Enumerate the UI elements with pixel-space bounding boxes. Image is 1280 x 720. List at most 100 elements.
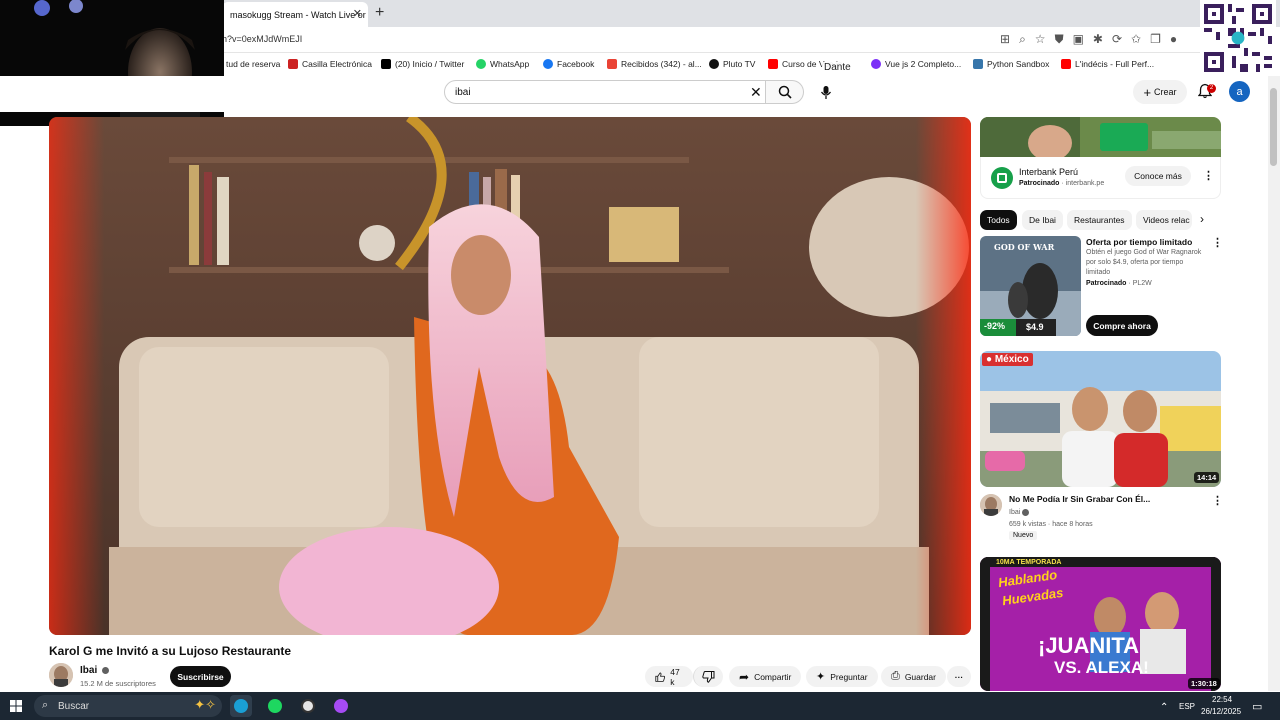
channel-avatar[interactable] [980, 494, 1002, 516]
bookmark-item[interactable]: L'indécis - Full Perf... [1061, 59, 1154, 69]
tab-close-icon[interactable]: ✕ [353, 7, 362, 20]
like-count: 47 k [670, 666, 680, 687]
thumbs-down-icon [702, 670, 715, 683]
share-icon: ➦ [739, 669, 750, 684]
recommendation-title[interactable]: No Me Podía Ir Sin Grabar Con Él... [1009, 494, 1150, 504]
clock-time[interactable]: 22:54 [1212, 695, 1232, 704]
video-thumbnail[interactable]: ● México 14:14 [980, 351, 1221, 487]
thumbnail-tag: ● México [982, 353, 1033, 366]
search-icon [778, 85, 792, 99]
ad-info: Interbank Perú Patrocinado · interbank.p… [980, 157, 1221, 199]
thumbnail-line-3: ¡JUANITA [1038, 633, 1140, 658]
messenger-app-icon[interactable] [330, 695, 352, 717]
scrollbar-thumb[interactable] [1270, 88, 1277, 166]
tray-chevron-icon[interactable]: ⌃ [1160, 702, 1168, 713]
avatar-letter: a [1236, 85, 1243, 98]
ad-banner-image [980, 117, 1221, 157]
ad-banner[interactable] [980, 117, 1221, 157]
new-tab-button[interactable]: + [375, 4, 384, 22]
more-actions-button[interactable]: ··· [947, 666, 971, 687]
puzzle-icon[interactable]: ✱ [1093, 32, 1103, 47]
taskbar-search[interactable]: ⌕ Buscar ✦✧ [34, 695, 222, 717]
like-button[interactable]: 47 k [645, 666, 693, 687]
clear-search-icon[interactable]: ✕ [750, 84, 762, 101]
promo-sponsored-line: Patrocinado · PL2W [1086, 280, 1152, 287]
promo-title[interactable]: Oferta por tiempo limitado [1086, 237, 1192, 247]
tab-active[interactable]: masokugg Stream - Watch Live or ✕ [222, 2, 368, 27]
extension-icon[interactable]: ▣ [1073, 32, 1084, 47]
collections-icon[interactable]: ❐ [1150, 32, 1161, 47]
recommendation-menu-icon[interactable]: ⋮ [1212, 494, 1223, 507]
interbank-logo-icon [991, 167, 1013, 189]
youtube-icon [768, 59, 778, 69]
windows-start-icon[interactable] [10, 700, 22, 715]
promo-cta-button[interactable]: Compre ahora [1086, 315, 1158, 336]
channel-avatar[interactable] [49, 663, 73, 687]
recommendation-channel[interactable]: Ibai [1009, 508, 1030, 518]
save-button[interactable]: ⎙ Guardar [881, 666, 946, 687]
profile-icon[interactable]: ● [1170, 32, 1177, 47]
edge-app-icon[interactable] [230, 695, 252, 717]
recommendation-stats: 659 k vistas · hace 8 horas [1009, 521, 1093, 528]
language-indicator[interactable]: ESP [1179, 702, 1195, 711]
video-duration: 1:30:18 [1188, 678, 1220, 689]
bookmark-item[interactable]: Facebook [543, 59, 594, 69]
star-icon[interactable]: ☆ [1035, 32, 1046, 47]
address-bar-icons: ⊞ ⌕ ☆ ⛊ ▣ ✱ ⟳ ✩ ❐ ● [1000, 32, 1177, 47]
notification-center-icon[interactable]: ▭ [1252, 700, 1262, 713]
bookmark-item[interactable]: Pluto TV [709, 59, 755, 69]
more-horizontal-icon: ··· [954, 671, 964, 682]
dislike-button[interactable] [693, 666, 723, 687]
search-icon: ⌕ [42, 699, 49, 711]
shield-extension-icon[interactable]: ⛊ [1055, 32, 1064, 47]
bookmark-item[interactable]: Recibidos (342) - al... [607, 59, 702, 69]
search-button[interactable] [766, 80, 804, 104]
bookmark-item[interactable]: (20) Inicio / Twitter [381, 59, 464, 69]
sparkle-icon: ✦ [816, 671, 826, 683]
obs-app-icon[interactable] [297, 695, 319, 717]
search-input-value: ibai [455, 86, 471, 98]
promo-price: $4.9 [1026, 322, 1044, 332]
chip-videos-relacionados[interactable]: Videos relac [1136, 210, 1192, 230]
chip-restaurantes[interactable]: Restaurantes [1067, 210, 1132, 230]
bookmark-item[interactable]: Casilla Electrónica [288, 59, 372, 69]
chips-next-icon[interactable]: › [1200, 212, 1204, 226]
ad-menu-icon[interactable]: ⋮ [1203, 169, 1214, 182]
location-pin-icon: ● [986, 354, 993, 365]
zoom-icon[interactable]: ⌕ [1019, 32, 1026, 47]
bookmark-icon [871, 59, 881, 69]
subscribe-button[interactable]: Suscribirse [170, 666, 231, 687]
copilot-decoration-icon: ✦✧ [194, 697, 216, 712]
ask-button[interactable]: ✦ Preguntar [806, 666, 878, 687]
bookmark-item[interactable]: Vue js 2 Completo... [871, 59, 961, 69]
create-button[interactable]: + Crear [1133, 80, 1187, 104]
video-duration: 14:14 [1194, 472, 1220, 483]
share-button[interactable]: ➦ Compartir [729, 666, 802, 687]
chip-de-ibai[interactable]: De Ibai [1022, 210, 1063, 230]
sync-icon[interactable]: ⟳ [1112, 32, 1122, 47]
search-input[interactable]: ibai [444, 80, 766, 104]
clock-date[interactable]: 26/12/2025 [1201, 707, 1241, 716]
favorites-icon[interactable]: ✩ [1131, 32, 1141, 47]
video-frame [49, 117, 971, 635]
install-app-icon[interactable]: ⊞ [1000, 32, 1010, 47]
channel-avatar-image [980, 494, 1002, 516]
bookmark-item[interactable]: WhatsApp [476, 59, 529, 69]
account-avatar[interactable]: a [1229, 81, 1250, 102]
video-thumbnail[interactable]: 10MA TEMPORADA Hablando Huevadas ¡JUANIT… [980, 557, 1221, 691]
promo-menu-icon[interactable]: ⋮ [1212, 236, 1223, 249]
promo-thumbnail[interactable]: GOD OF WAR -92% $4.9 [980, 236, 1081, 336]
page-scrollbar[interactable] [1268, 76, 1280, 691]
bookmark-item[interactable]: Python Sandbox [973, 59, 1049, 69]
video-player[interactable] [49, 117, 971, 635]
qr-code-image [1200, 0, 1276, 76]
url-text[interactable]: h?v=0exMJdWmEJI [222, 34, 302, 44]
whatsapp-icon [476, 59, 486, 69]
spotify-app-icon[interactable] [264, 695, 286, 717]
channel-avatar-image [49, 663, 73, 687]
chip-todos[interactable]: Todos [980, 210, 1017, 230]
channel-name[interactable]: Ibai [80, 665, 110, 676]
promo-description: Obtén el juego God of War Ragnarok por s… [1086, 249, 1202, 276]
voice-search-button[interactable] [814, 80, 838, 104]
ad-cta-button[interactable]: Conoce más [1125, 166, 1191, 186]
